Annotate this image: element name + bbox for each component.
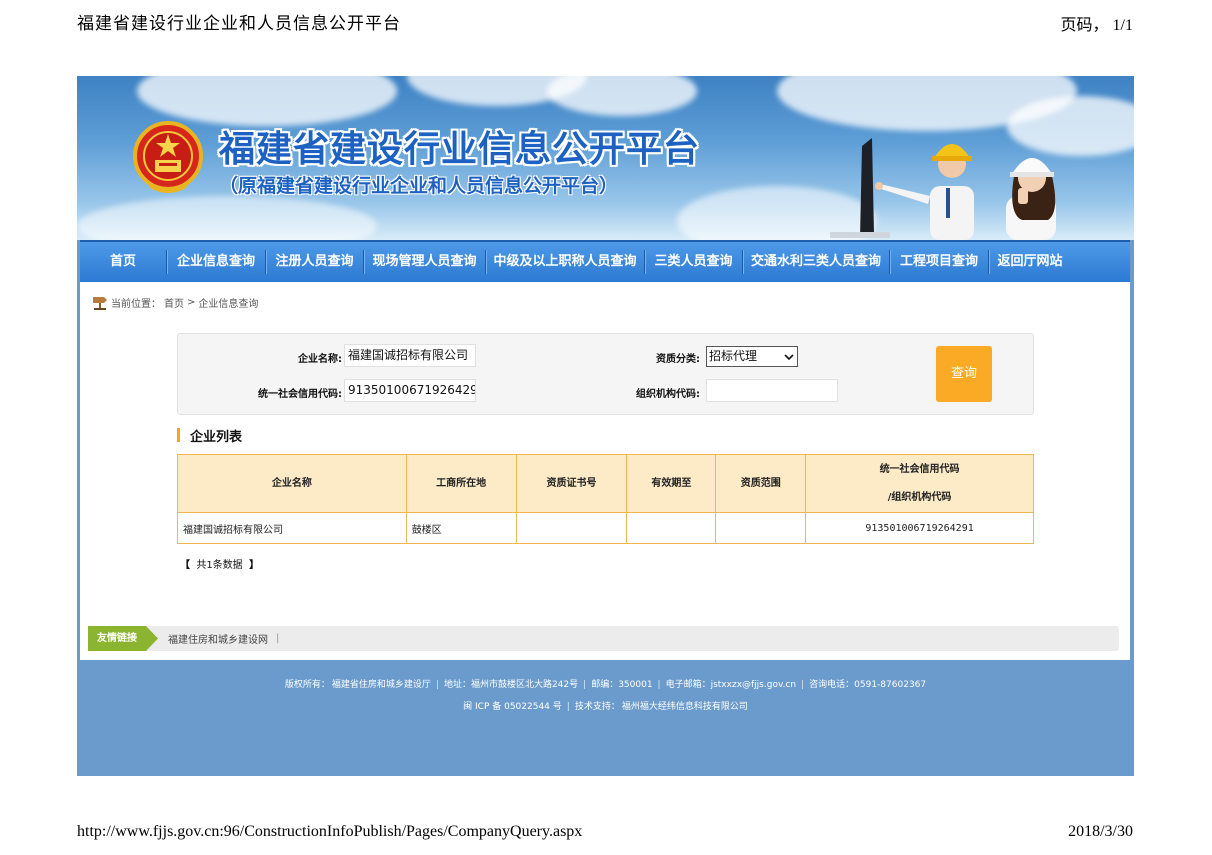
print-page-number: 页码， 1/1 [1060,17,1133,34]
friendly-links-bar: 友情链接 福建住房和城乡建设网 | [88,626,1119,651]
main-nav: 首页 企业信息查询 注册人员查询 现场管理人员查询 中级及以上职称人员查询 三类… [80,240,1130,282]
nav-senior-title-query[interactable]: 中级及以上职称人员查询 [486,242,644,282]
nav-three-types-query[interactable]: 三类人员查询 [645,242,742,282]
footer-line-1: 版权所有： 福建省住房和城乡建设厅 | 地址：福州市鼓楼区北大路242号 | 邮编：350… [284,680,927,690]
row-valid-until [626,512,717,544]
credit-code-input[interactable]: 913501006719264291 [344,379,476,402]
row-location: 鼓楼区 [405,512,517,544]
query-button[interactable]: 查询 [936,346,992,402]
print-header-title: 福建省建设行业企业和人员信息公开平台 [77,14,401,33]
icp-link[interactable]: 闽 ICP 备 05022544 号 [463,702,562,712]
col-valid-until: 有效期至 [626,454,717,513]
support-label: 技术支持： [574,702,620,712]
print-footer-date: 2018/3/30 [1068,823,1133,840]
table-row: 福建国诚招标有限公司 鼓楼区 913501006719264291 [177,512,1034,544]
friendly-link-fjjs[interactable]: 福建住房和城乡建设网 [168,631,268,646]
footer-postcode: 邮编：350001 [591,680,653,690]
col-credit-code-line1: 统一社会信用代码 [879,463,960,475]
breadcrumb-home[interactable]: 首页 [164,295,184,310]
links-separator: | [276,633,280,644]
nav-project-query[interactable]: 工程项目查询 [890,242,988,282]
footer-email: 电子邮箱：jstxxzx@fjjs.gov.cn [665,680,797,690]
nav-home[interactable]: 首页 [80,242,166,282]
org-code-label: 组织机构代码: [636,389,700,400]
qualification-type-value: 招标代理 [709,349,758,363]
company-list-heading: 企业列表 [177,427,243,445]
friendly-links-label: 友情链接 [97,633,137,644]
qualification-type-label: 资质分类: [656,354,700,365]
footer-phone: 咨询电话：0591-87602367 [809,680,927,690]
breadcrumb-current: 企业信息查询 [198,298,259,310]
search-form: 企业名称: 福建国诚招标有限公司 统一社会信用代码: 9135010067192… [177,333,1034,415]
breadcrumb: 当前位置： 首页 > 企业信息查询 [92,292,258,312]
breadcrumb-separator: > [187,296,196,308]
footer-address: 地址：福州市鼓楼区北大路242号 [443,680,579,690]
copyright-label: 版权所有： [284,680,330,690]
col-location: 工商所在地 [405,454,517,513]
total-count: 【 共1条数据 】 [180,556,259,571]
footer: 版权所有： 福建省住房和城乡建设厅 | 地址：福州市鼓楼区北大路242号 | 邮编：350… [77,674,1134,718]
friendly-links-tag: 友情链接 [88,626,158,651]
site-title: 福建省建设行业信息公开平台 [219,129,701,170]
row-cert-number [515,512,628,544]
print-footer-url: http://www.fjjs.gov.cn:96/ConstructionIn… [77,823,583,840]
copyright-owner-link[interactable]: 福建省住房和城乡建设厅 [332,680,431,690]
total-text: 共1条数据 [196,560,243,571]
content-panel: 当前位置： 首页 > 企业信息查询 企业名称: 福建国诚招标有限公司 统一社会信… [80,282,1130,660]
banner: 福建省建设行业信息公开平台 （原福建省建设行业企业和人员信息公开平台） [77,76,1134,240]
col-cert-number: 资质证书号 [515,454,628,513]
national-emblem-icon [133,121,203,193]
org-code-input[interactable] [706,379,838,402]
nav-back-to-main-site[interactable]: 返回厅网站 [989,242,1071,282]
row-scope [715,512,807,544]
site-subtitle: （原福建省建设行业企业和人员信息公开平台） [219,175,619,197]
workers-illustration [830,138,1056,240]
breadcrumb-label: 当前位置： [111,298,161,310]
support-company-link[interactable]: 福州福大经纬信息科技有限公司 [622,702,748,712]
company-table: 企业名称 工商所在地 资质证书号 有效期至 资质范围 统一社会信用代码 /组织机… [177,454,1034,544]
col-credit-code: 统一社会信用代码 /组织机构代码 [805,454,1034,513]
col-credit-code-line2: /组织机构代码 [887,491,952,503]
total-bracket-close: 】 [249,560,260,571]
credit-code-label: 统一社会信用代码: [258,389,342,400]
nav-company-query[interactable]: 企业信息查询 [167,242,265,282]
total-bracket-open: 【 [180,560,190,571]
company-name-input[interactable]: 福建国诚招标有限公司 [344,344,476,367]
qualification-type-select[interactable]: 招标代理 [706,346,798,367]
col-scope: 资质范围 [715,454,807,513]
company-list-title: 企业列表 [190,429,243,445]
col-company-name: 企业名称 [177,454,407,513]
signpost-icon [93,297,107,310]
chevron-down-icon [784,354,794,361]
nav-site-management-query[interactable]: 现场管理人员查询 [364,242,485,282]
row-company-name-link[interactable]: 福建国诚招标有限公司 [177,512,407,544]
nav-registered-personnel-query[interactable]: 注册人员查询 [266,242,363,282]
site-frame: 福建省建设行业信息公开平台 （原福建省建设行业企业和人员信息公开平台） 首页 企… [77,76,1134,776]
nav-transport-water-query[interactable]: 交通水利三类人员查询 [743,242,889,282]
row-credit-code: 913501006719264291 [805,512,1034,544]
footer-line-2: 闽 ICP 备 05022544 号 | 技术支持： 福州福大经纬信息科技有限公司 [463,702,748,712]
company-name-label: 企业名称: [298,354,342,365]
